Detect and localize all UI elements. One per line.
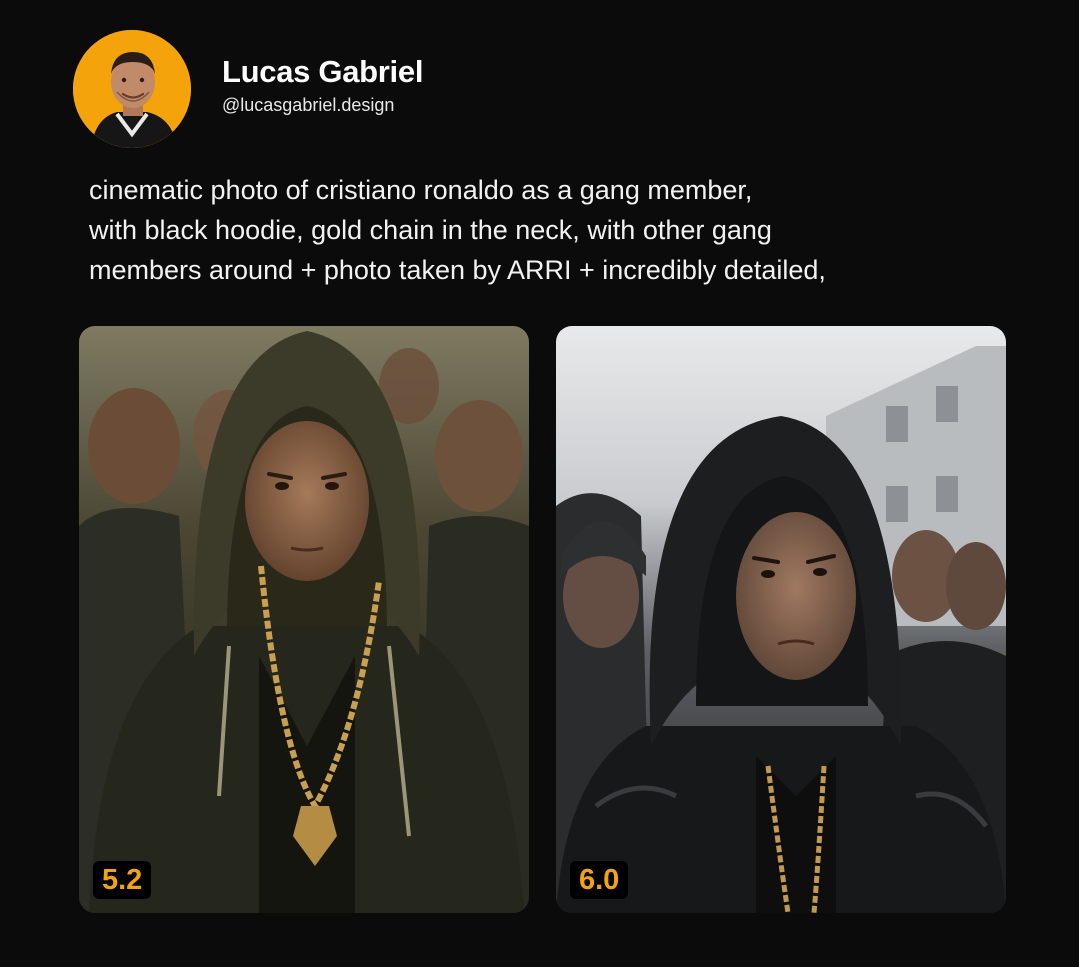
hooded-figure-photo-2	[556, 326, 1006, 913]
prompt-text: cinematic photo of cristiano ronaldo as …	[89, 175, 826, 285]
avatar-portrait-icon	[73, 30, 191, 148]
hooded-figure-photo-1	[79, 326, 529, 913]
post-header: Lucas Gabriel @lucasgabriel.design	[73, 30, 423, 148]
version-badge: 5.2	[93, 861, 152, 899]
version-badge: 6.0	[570, 861, 629, 899]
avatar[interactable]	[73, 30, 191, 148]
user-name[interactable]: Lucas Gabriel	[222, 53, 423, 91]
image-card-1[interactable]: 5.2	[79, 326, 529, 913]
user-identity: Lucas Gabriel @lucasgabriel.design	[222, 53, 423, 117]
image-card-2[interactable]: 6.0	[556, 326, 1006, 913]
user-handle[interactable]: @lucasgabriel.design	[222, 93, 423, 117]
